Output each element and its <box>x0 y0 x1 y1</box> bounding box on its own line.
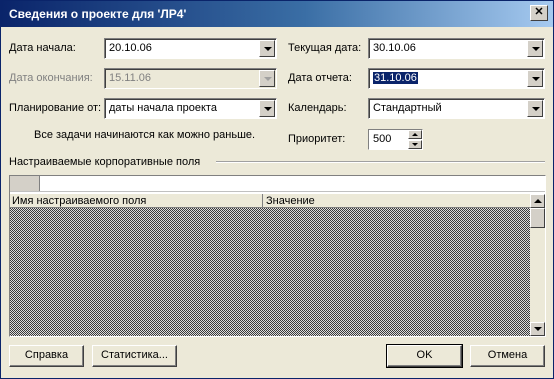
priority-spinner[interactable]: 500 <box>368 129 423 150</box>
finish-date-label: Дата окончания: <box>9 72 93 84</box>
status-date-value[interactable]: 31.10.06 <box>373 72 418 84</box>
schedule-from-label: Планирование от: <box>9 102 102 114</box>
ok-button[interactable]: OK <box>386 344 463 368</box>
chevron-down-icon[interactable] <box>527 100 543 117</box>
scroll-up-icon[interactable] <box>530 194 545 208</box>
group-divider <box>216 161 545 163</box>
priority-value[interactable]: 500 <box>373 133 391 145</box>
schedule-from-value: даты начала проекта <box>109 102 217 114</box>
chevron-down-icon[interactable] <box>259 40 275 57</box>
chevron-down-icon[interactable] <box>527 40 543 57</box>
status-date-label: Дата отчета: <box>288 72 352 84</box>
calendar-label: Календарь: <box>288 102 347 114</box>
finish-date-combo: 15.11.06 <box>104 68 277 89</box>
dialog-title: Сведения о проекте для 'ЛР4' <box>9 7 187 21</box>
status-date-combo[interactable]: 31.10.06 <box>368 68 545 89</box>
close-button[interactable]: ✕ <box>530 5 548 21</box>
calendar-combo[interactable]: Стандартный <box>368 98 545 119</box>
start-date-combo[interactable]: 20.10.06 <box>104 38 277 59</box>
statistics-button[interactable]: Статистика... <box>92 345 177 367</box>
vertical-scrollbar[interactable] <box>530 194 545 336</box>
schedule-from-combo[interactable]: даты начала проекта <box>104 98 277 119</box>
spin-down-icon[interactable] <box>408 140 422 149</box>
column-header-value[interactable]: Значение <box>266 195 315 207</box>
custom-fields-grid[interactable]: Имя настраиваемого поля Значение <box>9 175 546 337</box>
scroll-down-icon[interactable] <box>530 322 545 336</box>
grid-header: Имя настраиваемого поля Значение <box>10 194 530 208</box>
schedule-note: Все задачи начинаются как можно раньше. <box>34 129 256 141</box>
close-icon: ✕ <box>534 6 544 18</box>
current-date-label: Текущая дата: <box>288 42 362 54</box>
chevron-down-icon[interactable] <box>527 70 543 87</box>
column-divider[interactable] <box>262 194 263 207</box>
chevron-down-icon[interactable] <box>259 100 275 117</box>
start-date-value: 20.10.06 <box>109 42 152 54</box>
custom-fields-group-label: Настраиваемые корпоративные поля <box>9 156 201 168</box>
calendar-value: Стандартный <box>373 102 442 114</box>
cancel-button[interactable]: Отмена <box>470 345 545 367</box>
current-date-value: 30.10.06 <box>373 42 416 54</box>
current-date-combo[interactable]: 30.10.06 <box>368 38 545 59</box>
help-button[interactable]: Справка <box>9 345 84 367</box>
column-header-field-name[interactable]: Имя настраиваемого поля <box>12 195 146 207</box>
grid-body[interactable] <box>10 208 530 336</box>
scroll-thumb[interactable] <box>530 208 545 228</box>
grid-entry-bar[interactable] <box>10 176 545 192</box>
spin-up-icon[interactable] <box>408 130 422 139</box>
priority-label: Приоритет: <box>288 133 346 145</box>
chevron-down-icon <box>259 70 275 87</box>
entry-bar-cell <box>10 176 40 191</box>
title-bar[interactable]: Сведения о проекте для 'ЛР4' ✕ <box>1 1 553 27</box>
start-date-label: Дата начала: <box>9 42 76 54</box>
project-info-dialog: Сведения о проекте для 'ЛР4' ✕ Дата нача… <box>0 0 554 379</box>
finish-date-value: 15.11.06 <box>109 72 152 84</box>
